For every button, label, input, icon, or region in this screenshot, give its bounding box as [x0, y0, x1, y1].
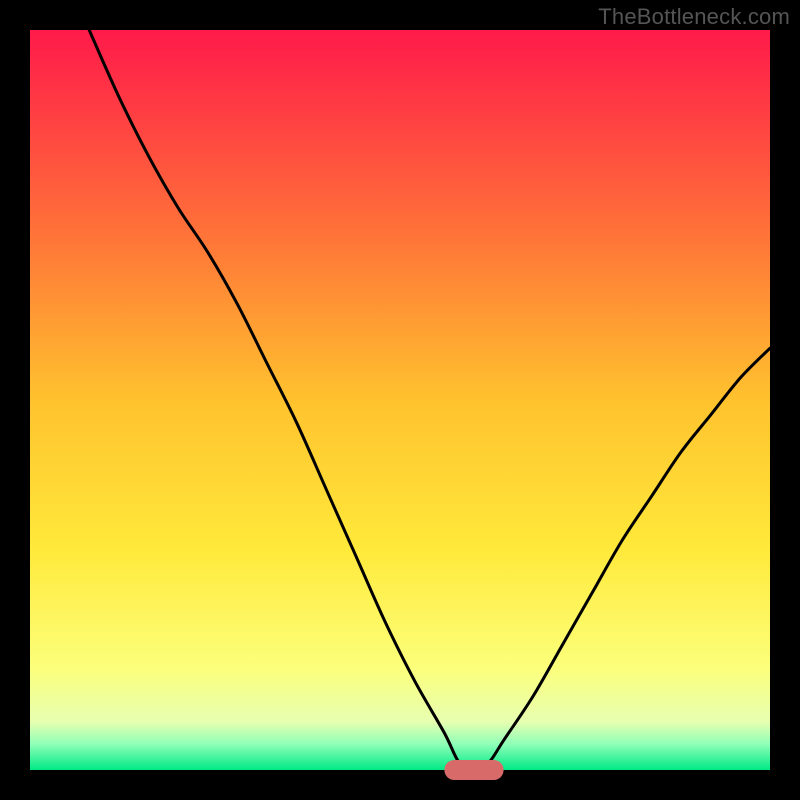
- chart-stage: TheBottleneck.com: [0, 0, 800, 800]
- bottleneck-chart: [0, 0, 800, 800]
- watermark-text: TheBottleneck.com: [598, 4, 790, 30]
- optimum-marker: [444, 760, 503, 780]
